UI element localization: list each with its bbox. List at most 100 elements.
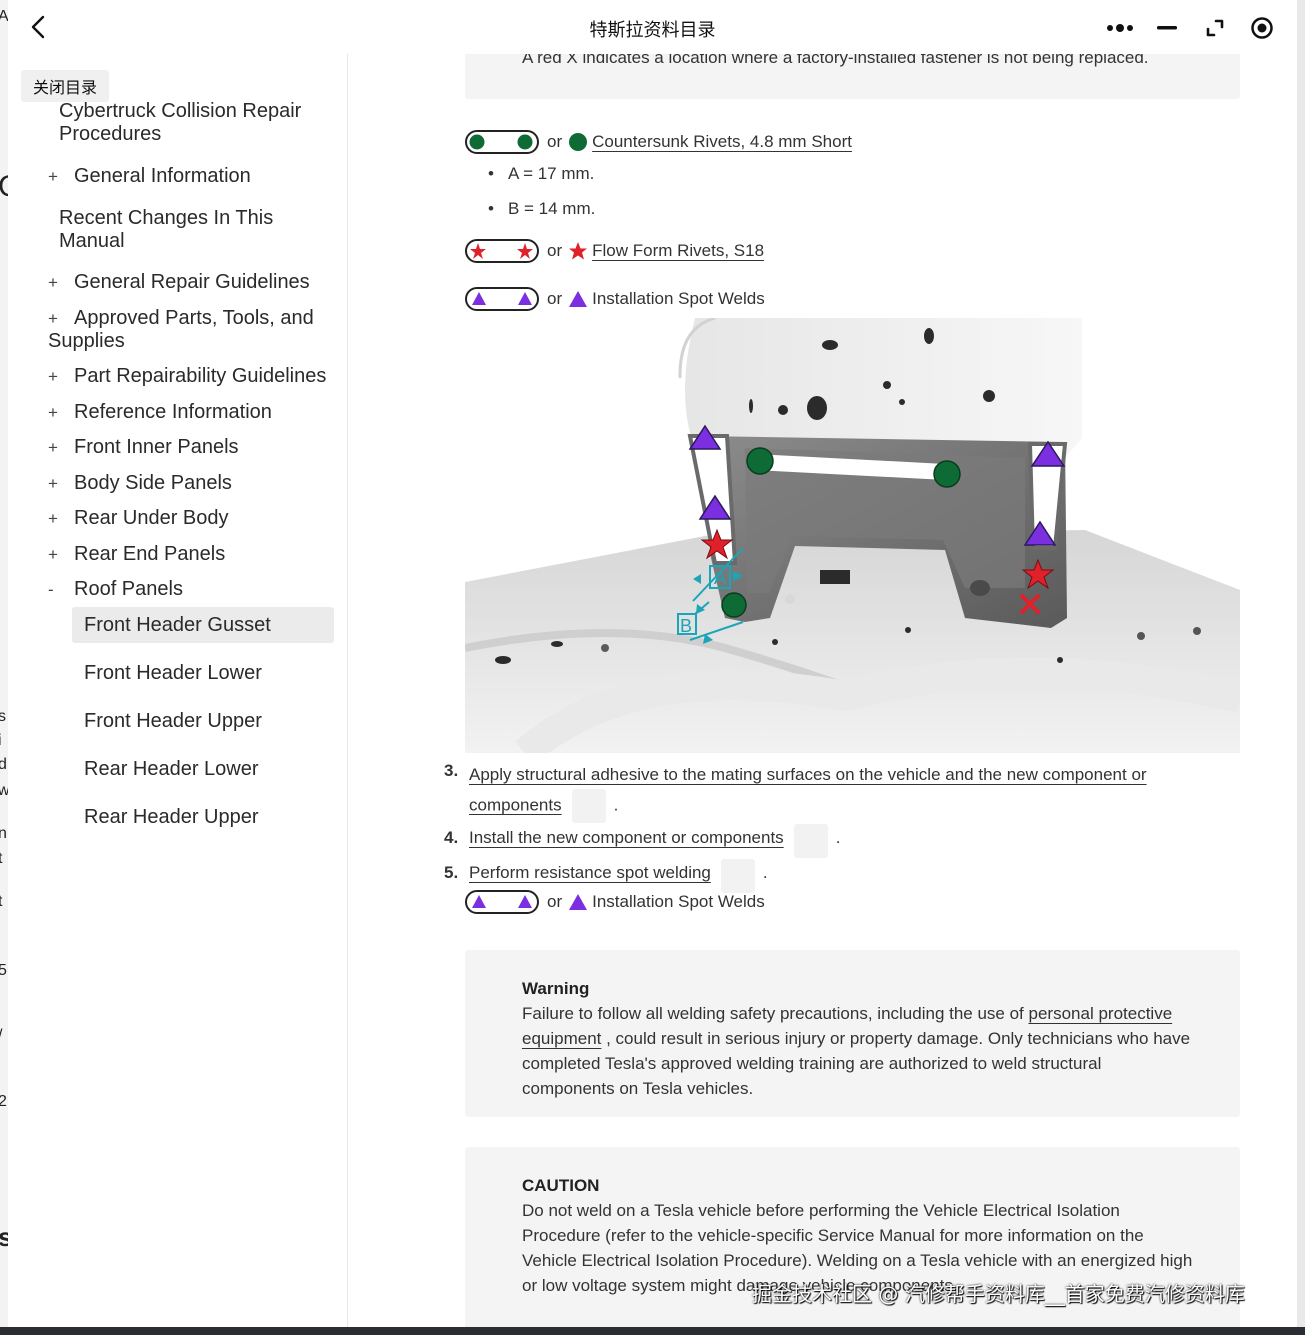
toc-item-label: Approved Parts, Tools, and Supplies — [48, 307, 314, 352]
step-3-link-cont[interactable]: components — [469, 795, 562, 814]
triangle-icon — [569, 894, 588, 910]
flow-form-link[interactable]: Flow Form Rivets, S18 — [592, 241, 764, 261]
expand-plus-icon[interactable]: + — [48, 507, 74, 530]
toc-item-label: Reference Information — [74, 401, 272, 423]
close-button[interactable] — [1242, 10, 1282, 46]
warning-text-part: , could result in serious injury or prop… — [522, 1029, 1191, 1098]
edge-fragment: s — [0, 708, 6, 725]
step-3-link[interactable]: Apply structural adhesive to the mating … — [469, 765, 1147, 784]
record-circle-icon — [1251, 17, 1273, 39]
collapse-minus-icon[interactable]: - — [48, 578, 74, 601]
repair-diagram: A B — [464, 316, 1244, 765]
edge-fragment: t — [0, 850, 3, 867]
toc-item-recent-changes[interactable]: Recent Changes In This Manual — [59, 207, 299, 253]
gusset-illustration: A B — [464, 316, 1244, 765]
expand-plus-icon[interactable]: + — [48, 271, 74, 294]
edge-fragment: s — [0, 1222, 8, 1252]
edge-fragment: 2 — [0, 1093, 7, 1110]
tool-chip[interactable] — [793, 824, 828, 858]
toc-item-label: Body Side Panels — [74, 472, 232, 494]
warning-text: Failure to follow all welding safety pre… — [522, 1001, 1196, 1101]
list-item: A = 17 mm. — [488, 164, 595, 184]
legend-spot-welds-2: or Installation Spot Welds — [465, 890, 765, 914]
toc-item-general-repair-guidelines[interactable]: + General Repair Guidelines — [48, 271, 310, 294]
edge-fragment: / — [0, 1027, 2, 1045]
rivet-pair-icon — [465, 130, 539, 154]
expand-plus-icon[interactable]: + — [48, 543, 74, 566]
warning-text-part: Failure to follow all welding safety pre… — [522, 1004, 1029, 1023]
toc-item-body-side-panels[interactable]: + Body Side Panels — [48, 472, 232, 495]
or-text: or — [547, 892, 563, 911]
toc-item-general-information[interactable]: + General Information — [48, 165, 251, 188]
window-controls — [1096, 10, 1286, 46]
toc-item-label: Rear End Panels — [74, 543, 226, 565]
period: . — [762, 863, 768, 882]
spot-welds-label: Installation Spot Welds — [592, 289, 765, 308]
edge-fragment: 5 — [0, 962, 7, 979]
expand-plus-icon[interactable]: + — [48, 472, 74, 495]
dimension-b-label: B — [680, 616, 692, 636]
step-number: 4. — [444, 828, 459, 847]
toc-subitem-front-header-gusset[interactable]: Front Header Gusset — [84, 614, 271, 637]
tool-chip[interactable] — [571, 789, 606, 823]
watermark: 掘金技术社区 @ 汽修帮手资料库__首家免费汽修资料库 — [752, 1282, 1245, 1306]
toc-subitem-rear-header-lower[interactable]: Rear Header Lower — [84, 758, 259, 781]
edge-fragment: t — [0, 893, 3, 910]
spot-welds-label: Installation Spot Welds — [592, 892, 765, 911]
edge-fragment: d — [0, 756, 7, 773]
toc-heading[interactable]: Cybertruck Collision Repair Procedures — [59, 100, 329, 146]
app-window: 特斯拉资料目录 关闭目录 Cybertruck Collision Repair… — [8, 0, 1297, 1327]
expand-plus-icon[interactable]: + — [48, 165, 74, 188]
step-number: 5. — [444, 863, 459, 882]
step-3: 3. Apply structural adhesive to the mati… — [444, 761, 1209, 823]
taskbar-strip — [0, 1327, 1305, 1335]
expand-plus-icon[interactable]: + — [48, 307, 74, 330]
step-5: 5. Perform resistance spot welding. — [444, 859, 768, 893]
step-4: 4. Install the new component or componen… — [444, 824, 840, 858]
expand-plus-icon[interactable]: + — [48, 436, 74, 459]
toc-item-rear-end-panels[interactable]: + Rear End Panels — [48, 543, 225, 566]
background-window-edge — [1297, 0, 1305, 1327]
minimize-icon — [1157, 26, 1178, 30]
edge-fragment: C — [0, 170, 8, 204]
period: . — [835, 828, 841, 847]
note-box: A red X indicates a location where a fac… — [465, 54, 1240, 99]
maximize-button[interactable] — [1195, 10, 1235, 46]
toc-subitem-front-header-lower[interactable]: Front Header Lower — [84, 662, 262, 685]
toc-item-front-inner-panels[interactable]: + Front Inner Panels — [48, 436, 239, 459]
edge-fragment: i — [0, 732, 2, 750]
more-dots-icon — [1106, 24, 1133, 32]
star-pair-icon — [465, 239, 539, 263]
expand-plus-icon[interactable]: + — [48, 365, 74, 388]
toc-item-part-repairability[interactable]: + Part Repairability Guidelines — [48, 365, 326, 388]
step-4-link[interactable]: Install the new component or components — [469, 824, 784, 852]
document-content: A red X indicates a location where a fac… — [348, 54, 1297, 1327]
toc-subitem-rear-header-upper[interactable]: Rear Header Upper — [84, 806, 259, 829]
toc-item-label: Roof Panels — [74, 578, 183, 600]
dimension-a-label: A — [714, 568, 726, 588]
toc-item-roof-panels[interactable]: - Roof Panels — [48, 578, 183, 601]
triangle-pair-icon — [465, 287, 539, 311]
toc-item-label: General Repair Guidelines — [74, 271, 310, 293]
toc-item-reference-information[interactable]: + Reference Information — [48, 401, 272, 424]
edge-fragment: w — [0, 782, 8, 799]
warning-title: Warning — [522, 979, 590, 998]
or-text: or — [547, 289, 563, 308]
step-5-link[interactable]: Perform resistance spot welding — [469, 859, 711, 887]
toc-item-rear-under-body[interactable]: + Rear Under Body — [48, 507, 229, 530]
minimize-button[interactable] — [1147, 10, 1187, 46]
toc-subitem-front-header-upper[interactable]: Front Header Upper — [84, 710, 262, 733]
toc-sidebar: 关闭目录 Cybertruck Collision Repair Procedu… — [8, 54, 348, 1327]
close-toc-button[interactable]: 关闭目录 — [21, 70, 110, 102]
edge-fragment: n — [0, 825, 7, 842]
expand-plus-icon[interactable]: + — [48, 401, 74, 424]
list-item: B = 14 mm. — [488, 199, 595, 219]
period: . — [613, 795, 619, 815]
more-button[interactable] — [1100, 10, 1140, 46]
tool-chip[interactable] — [720, 859, 755, 893]
caution-title: CAUTION — [522, 1176, 600, 1195]
rivets-link[interactable]: Countersunk Rivets, 4.8 mm Short — [592, 132, 852, 152]
toc-item-approved-parts[interactable]: + Approved Parts, Tools, and Supplies — [48, 307, 338, 353]
toc-item-label: Front Inner Panels — [74, 436, 239, 458]
or-text: or — [547, 241, 563, 260]
